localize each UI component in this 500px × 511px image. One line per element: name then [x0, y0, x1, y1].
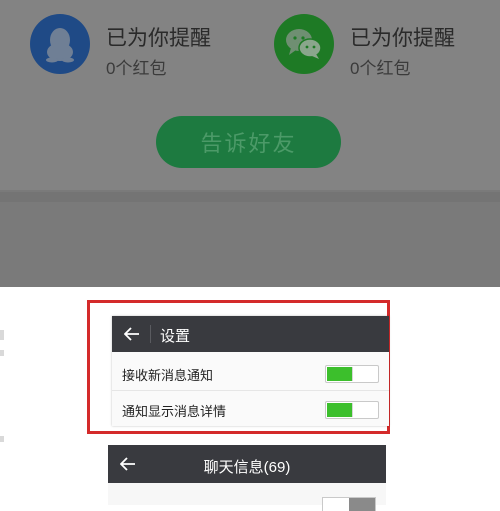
settings-title: 设置 [160, 328, 191, 345]
edge-mark [0, 436, 4, 442]
tell-friends-button[interactable]: 告诉好友 [156, 116, 341, 168]
edge-mark [0, 350, 4, 356]
back-arrow-icon[interactable] [122, 323, 142, 345]
toggle-on-fill [327, 367, 353, 381]
settings-card: 设置 接收新消息通知 通知显示消息详情 [112, 316, 389, 426]
wechat-reminder-title: 已为你提醒 [350, 27, 455, 50]
setting-label: 通知显示消息详情 [122, 404, 227, 419]
setting-row-receive-notifications[interactable]: 接收新消息通知 [112, 355, 389, 391]
toggle-on-fill [327, 403, 353, 417]
setting-label: 接收新消息通知 [122, 368, 214, 383]
chat-setting-toggle[interactable] [322, 497, 376, 511]
receive-notifications-toggle[interactable] [325, 365, 379, 383]
qq-reminder-item[interactable]: 已为你提醒 0个红包 [30, 14, 250, 78]
settings-header: 设置 [112, 316, 389, 352]
toggle-knob [352, 367, 377, 381]
wechat-icon [274, 14, 334, 74]
settings-highlight-box: 设置 接收新消息通知 通知显示消息详情 [87, 300, 390, 434]
chat-info-card: 聊天信息(69) [108, 445, 386, 511]
edge-mark [0, 330, 4, 340]
qq-redpacket-count: 0个红包 [106, 59, 167, 78]
chat-info-header: 聊天信息(69) [108, 445, 386, 483]
section-divider [0, 192, 500, 202]
wechat-reminder-item[interactable]: 已为你提醒 0个红包 [274, 14, 494, 78]
toggle-knob [352, 403, 377, 417]
chat-info-title: 聊天信息(69) [203, 459, 291, 476]
redpacket-panel: 已为你提醒 0个红包 已为你提醒 0个红包 告诉好友 [0, 0, 500, 287]
qq-penguin-icon [30, 14, 90, 74]
wechat-redpacket-count: 0个红包 [350, 59, 411, 78]
show-details-toggle[interactable] [325, 401, 379, 419]
setting-row-show-details[interactable]: 通知显示消息详情 [112, 391, 389, 427]
header-separator [150, 325, 151, 343]
qq-reminder-title: 已为你提醒 [106, 27, 211, 50]
